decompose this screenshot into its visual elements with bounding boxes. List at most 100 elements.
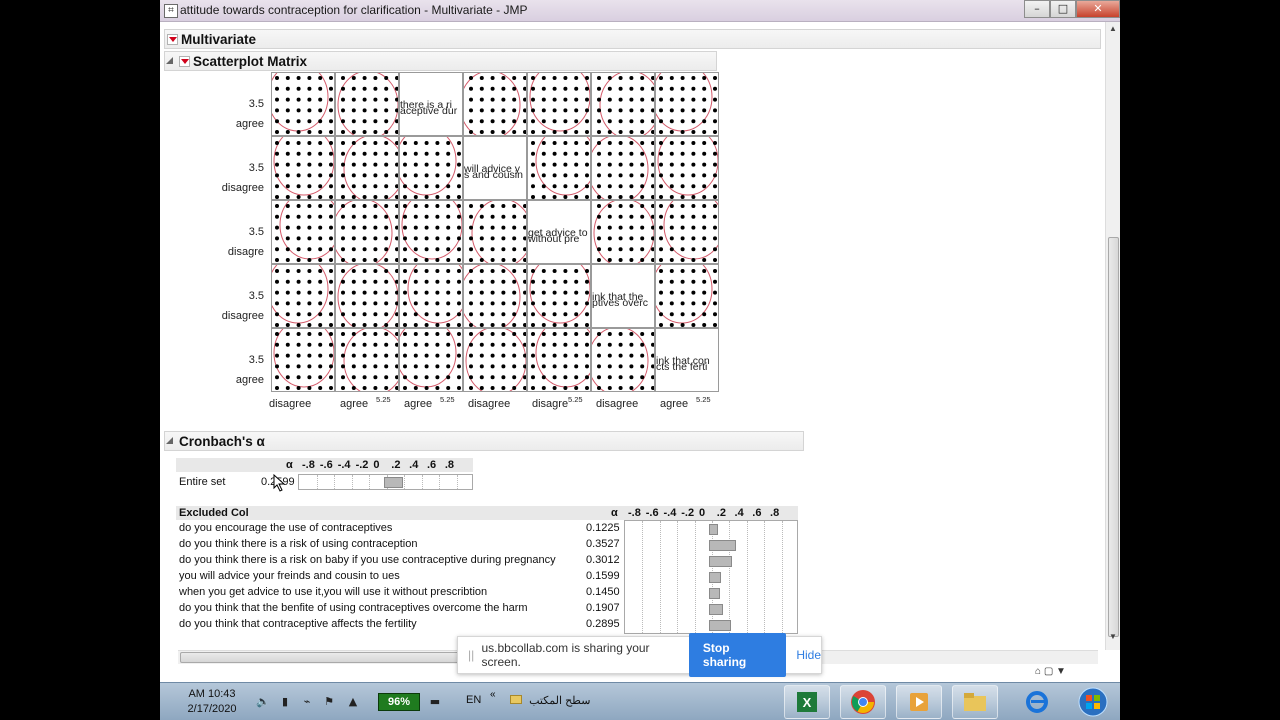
scatter-point: [373, 342, 378, 347]
disclosure-icon[interactable]: [165, 56, 175, 66]
scatter-cell[interactable]: [463, 200, 527, 264]
scatter-point: [640, 204, 645, 208]
disclosure-icon[interactable]: [165, 436, 175, 446]
scatter-cell[interactable]: [463, 264, 527, 328]
scatter-cell[interactable]: [335, 264, 399, 328]
scatter-point: [362, 312, 367, 317]
scatter-cell[interactable]: [655, 264, 719, 328]
hide-button[interactable]: Hide: [796, 648, 821, 662]
scatter-cell[interactable]: [655, 72, 719, 136]
scatter-point: [296, 386, 301, 390]
scatter-point: [585, 86, 589, 91]
expand-toolbar-icon[interactable]: «: [490, 689, 496, 700]
scatter-cell[interactable]: [399, 136, 463, 200]
scatter-point: [435, 204, 440, 208]
scatter-point: [413, 162, 418, 167]
stop-sharing-button[interactable]: Stop sharing: [688, 633, 787, 677]
vertical-scrollbar[interactable]: ▲ ▼: [1105, 22, 1120, 650]
start-button[interactable]: [1070, 685, 1116, 719]
scatter-cell[interactable]: [591, 136, 655, 200]
scatter-point: [702, 108, 707, 113]
diagonal-label-cell[interactable]: ink that con cts the ferti: [655, 328, 719, 392]
scatter-cell[interactable]: [591, 200, 655, 264]
scatter-cell[interactable]: [463, 328, 527, 392]
scatter-cell[interactable]: [527, 264, 591, 328]
scatter-point: [446, 151, 451, 156]
scatter-cell[interactable]: [399, 200, 463, 264]
scatter-cell[interactable]: [335, 328, 399, 392]
scatter-cell[interactable]: [527, 136, 591, 200]
usb-icon[interactable]: ⌁: [300, 695, 314, 709]
scatter-point: [702, 236, 707, 241]
scatter-cell[interactable]: [271, 200, 335, 264]
scatter-cell[interactable]: [335, 200, 399, 264]
scatter-point: [296, 119, 301, 124]
taskbar-excel[interactable]: X: [784, 685, 830, 719]
scatter-point: [479, 269, 484, 273]
red-triangle-menu-icon[interactable]: [167, 33, 178, 45]
close-button[interactable]: ✕: [1076, 0, 1120, 18]
scatter-cell[interactable]: [591, 328, 655, 392]
scatter-cell[interactable]: [399, 328, 463, 392]
scatter-point: [597, 342, 601, 347]
density-ellipse: [401, 201, 462, 260]
network-icon[interactable]: ▮: [278, 695, 292, 709]
scatter-point: [552, 130, 557, 134]
language-indicator[interactable]: EN: [466, 694, 481, 706]
minimize-button[interactable]: –: [1024, 0, 1050, 18]
scatter-cell[interactable]: [655, 136, 719, 200]
scatter-point: [307, 225, 312, 230]
power-icon[interactable]: ▬: [428, 695, 442, 709]
scatter-cell[interactable]: [527, 328, 591, 392]
scatter-cell[interactable]: [335, 72, 399, 136]
taskbar-chrome[interactable]: [840, 685, 886, 719]
scatter-point: [403, 225, 407, 230]
scatter-plot: [273, 137, 334, 199]
scatter-cell[interactable]: [271, 264, 335, 328]
scatter-plot: [592, 137, 654, 199]
flag-icon[interactable]: ⚑: [322, 695, 336, 709]
diagonal-label-cell[interactable]: get advice to without pre: [527, 200, 591, 264]
scatter-point: [318, 236, 323, 241]
scatter-point: [585, 301, 589, 306]
scroll-up-icon[interactable]: ▲: [1109, 24, 1117, 33]
cronbach-header[interactable]: Cronbach's α: [164, 431, 804, 451]
scatter-point: [413, 342, 418, 347]
layout-icons[interactable]: ⌂ ▢ ▼: [1035, 666, 1066, 677]
diagonal-label-cell[interactable]: will advice ys and cousin: [463, 136, 527, 200]
vertical-scroll-thumb[interactable]: [1108, 237, 1119, 637]
scatter-cell[interactable]: [271, 136, 335, 200]
diagonal-label-cell[interactable]: ink that the ptives overc: [591, 264, 655, 328]
scatter-cell[interactable]: [591, 72, 655, 136]
taskbar-media[interactable]: [896, 685, 942, 719]
scatter-cell[interactable]: [527, 72, 591, 136]
scatter-point: [680, 258, 685, 262]
scatter-cell[interactable]: [463, 72, 527, 136]
scatter-cell[interactable]: [335, 136, 399, 200]
diagonal-label-cell[interactable]: there is a ri aceptive dur: [399, 72, 463, 136]
drag-grip-icon[interactable]: ||: [468, 648, 477, 662]
taskbar-ie[interactable]: [1014, 685, 1060, 719]
multivariate-header[interactable]: Multivariate: [164, 29, 1101, 49]
battery-indicator[interactable]: 96%: [378, 693, 420, 711]
jmp-app-icon[interactable]: ⌗: [164, 4, 178, 18]
desktop-toolbar[interactable]: سطح المكتب: [510, 694, 590, 707]
volume-icon[interactable]: 🔈: [256, 695, 270, 709]
maximize-button[interactable]: □: [1050, 0, 1076, 18]
scatter-point: [702, 225, 707, 230]
scatter-cell[interactable]: [271, 72, 335, 136]
scatterplot-header[interactable]: Scatterplot Matrix: [164, 51, 717, 71]
clock[interactable]: AM 10:43 2/17/2020: [182, 687, 242, 717]
scatter-point: [552, 195, 557, 199]
scatter-point: [446, 364, 451, 369]
scatter-cell[interactable]: [655, 200, 719, 264]
axis-tick-label: -.6: [645, 507, 659, 519]
show-hidden-icon[interactable]: ▲: [346, 695, 360, 709]
red-triangle-menu-icon[interactable]: [179, 55, 190, 67]
scatter-point: [435, 236, 440, 241]
scroll-down-icon[interactable]: ▼: [1109, 632, 1117, 641]
scatter-cell[interactable]: [399, 264, 463, 328]
excel-icon: X: [797, 692, 817, 712]
scatter-cell[interactable]: [271, 328, 335, 392]
taskbar-explorer[interactable]: [952, 685, 998, 719]
